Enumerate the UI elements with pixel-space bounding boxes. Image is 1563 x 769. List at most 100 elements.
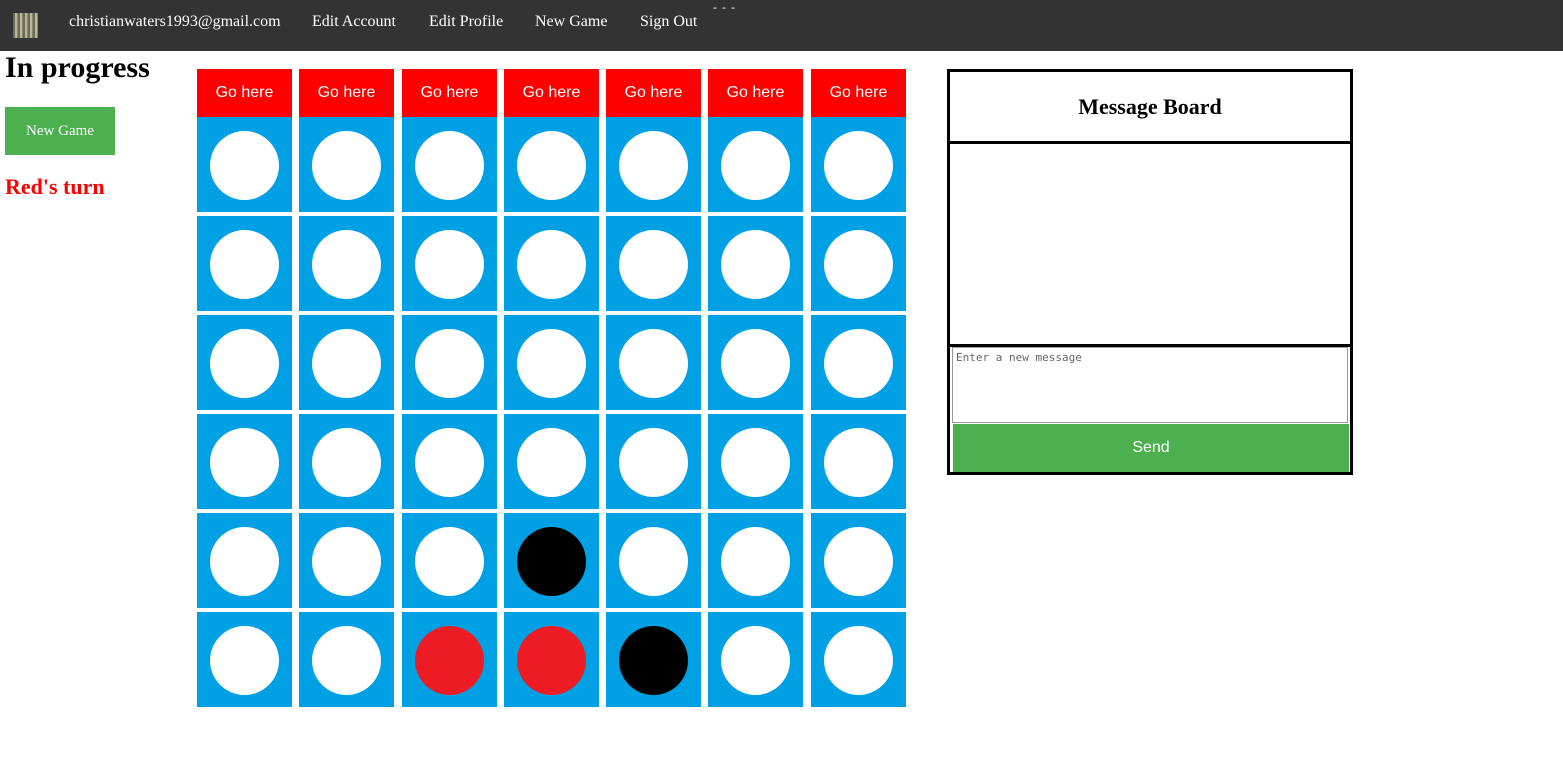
board-cell-r2-c3 — [402, 216, 497, 311]
nav-sign-out[interactable]: Sign Out — [640, 13, 697, 31]
board-cell-r4-c6 — [708, 414, 803, 509]
board-cell-r3-c7 — [811, 315, 906, 410]
nav-user-email[interactable]: christianwaters1993@gmail.com — [69, 13, 281, 31]
empty-slot — [312, 626, 381, 695]
board-cell-r2-c2 — [299, 216, 394, 311]
empty-slot — [312, 230, 381, 299]
board-cell-r5-c7 — [811, 513, 906, 608]
empty-slot — [619, 527, 688, 596]
drop-button-col-6[interactable]: Go here — [708, 69, 803, 117]
send-button[interactable]: Send — [953, 424, 1349, 472]
nav-edit-profile[interactable]: Edit Profile — [429, 13, 503, 31]
drop-button-col-2[interactable]: Go here — [299, 69, 394, 117]
top-navbar: christianwaters1993@gmail.com Edit Accou… — [0, 0, 1563, 51]
empty-slot — [619, 131, 688, 200]
board-cell-r6-c7 — [811, 612, 906, 707]
board-cell-r1-c5 — [606, 117, 701, 212]
game-status: In progress — [5, 51, 150, 84]
empty-slot — [721, 329, 790, 398]
board-cell-r2-c1 — [197, 216, 292, 311]
board-cell-r4-c3 — [402, 414, 497, 509]
drop-button-col-5[interactable]: Go here — [606, 69, 701, 117]
board-cell-r2-c7 — [811, 216, 906, 311]
user-avatar[interactable] — [13, 13, 38, 38]
board-cell-r5-c2 — [299, 513, 394, 608]
board-cell-r1-c3 — [402, 117, 497, 212]
board-cell-r6-c1 — [197, 612, 292, 707]
drop-button-col-3[interactable]: Go here — [402, 69, 497, 117]
board-cell-r4-c7 — [811, 414, 906, 509]
empty-slot — [210, 230, 279, 299]
empty-slot — [824, 527, 893, 596]
empty-slot — [824, 329, 893, 398]
board-cell-r6-c3 — [402, 612, 497, 707]
red-disc — [415, 626, 484, 695]
board-cell-r2-c5 — [606, 216, 701, 311]
empty-slot — [619, 230, 688, 299]
board-cell-r4-c5 — [606, 414, 701, 509]
board-cell-r1-c7 — [811, 117, 906, 212]
empty-slot — [824, 428, 893, 497]
board-cell-r5-c5 — [606, 513, 701, 608]
empty-slot — [312, 428, 381, 497]
empty-slot — [721, 527, 790, 596]
board-cell-r3-c5 — [606, 315, 701, 410]
drop-button-col-4[interactable]: Go here — [504, 69, 599, 117]
message-board-title: Message Board — [950, 72, 1350, 144]
message-input[interactable] — [952, 347, 1348, 423]
message-board: Message Board Send — [947, 69, 1353, 475]
empty-slot — [619, 428, 688, 497]
empty-slot — [415, 131, 484, 200]
black-disc — [619, 626, 688, 695]
message-list — [950, 144, 1350, 347]
board-cell-r5-c3 — [402, 513, 497, 608]
nav-edit-account[interactable]: Edit Account — [312, 13, 396, 31]
empty-slot — [721, 230, 790, 299]
nav-new-game[interactable]: New Game — [535, 13, 607, 31]
empty-slot — [721, 131, 790, 200]
board-cell-r6-c5 — [606, 612, 701, 707]
empty-slot — [415, 329, 484, 398]
board-cell-r3-c3 — [402, 315, 497, 410]
empty-slot — [721, 428, 790, 497]
board-cell-r6-c2 — [299, 612, 394, 707]
board-cell-r4-c2 — [299, 414, 394, 509]
board-cell-r1-c2 — [299, 117, 394, 212]
board-cell-r2-c6 — [708, 216, 803, 311]
empty-slot — [824, 131, 893, 200]
new-game-button[interactable]: New Game — [5, 107, 115, 155]
board-cell-r5-c6 — [708, 513, 803, 608]
empty-slot — [824, 230, 893, 299]
drop-button-col-1[interactable]: Go here — [197, 69, 292, 117]
board-cell-r4-c4 — [504, 414, 599, 509]
empty-slot — [824, 626, 893, 695]
empty-slot — [517, 428, 586, 497]
board-cell-r3-c2 — [299, 315, 394, 410]
empty-slot — [210, 527, 279, 596]
board-cell-r5-c1 — [197, 513, 292, 608]
board-cell-r1-c6 — [708, 117, 803, 212]
red-disc — [517, 626, 586, 695]
empty-slot — [517, 230, 586, 299]
empty-slot — [210, 428, 279, 497]
empty-slot — [415, 428, 484, 497]
board-cell-r6-c4 — [504, 612, 599, 707]
empty-slot — [312, 527, 381, 596]
board-cell-r1-c1 — [197, 117, 292, 212]
empty-slot — [721, 626, 790, 695]
board-cell-r4-c1 — [197, 414, 292, 509]
turn-indicator: Red's turn — [5, 174, 105, 199]
empty-slot — [312, 131, 381, 200]
empty-slot — [415, 230, 484, 299]
nav-dashes: - - - — [713, 0, 736, 14]
board-cell-r6-c6 — [708, 612, 803, 707]
board-cell-r3-c4 — [504, 315, 599, 410]
board-cell-r3-c1 — [197, 315, 292, 410]
empty-slot — [619, 329, 688, 398]
board-cell-r5-c4 — [504, 513, 599, 608]
board-cell-r1-c4 — [504, 117, 599, 212]
board-cell-r2-c4 — [504, 216, 599, 311]
empty-slot — [517, 131, 586, 200]
board-cell-r3-c6 — [708, 315, 803, 410]
drop-button-col-7[interactable]: Go here — [811, 69, 906, 117]
